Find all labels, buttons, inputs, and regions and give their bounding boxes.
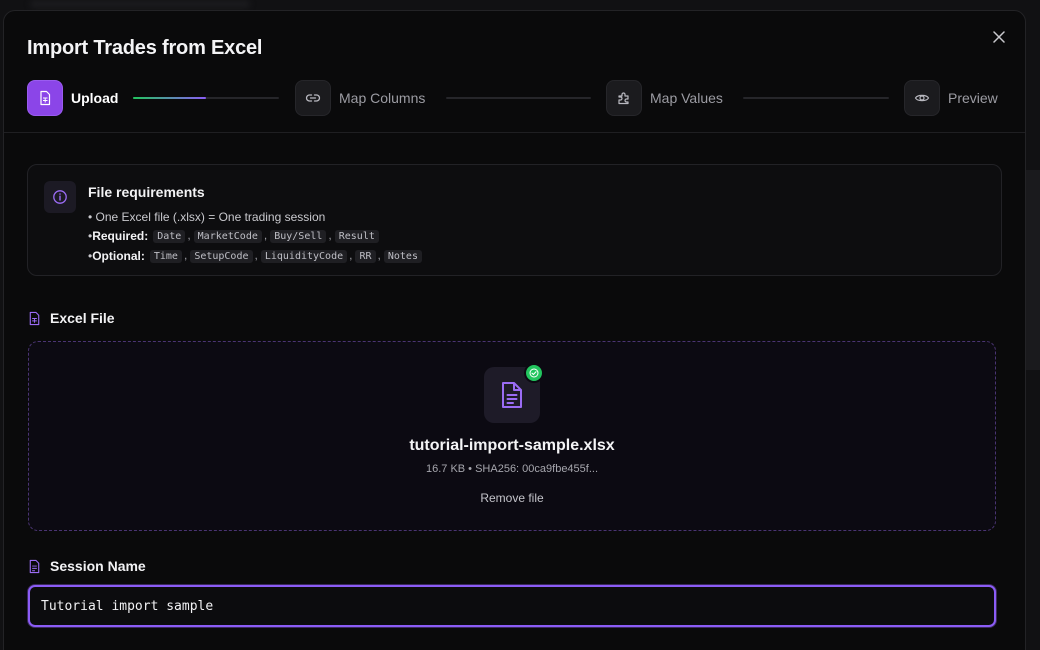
step-connector-1 — [133, 97, 279, 99]
progress-fill — [133, 97, 206, 99]
import-stepper: Upload Map Columns Map Values Preview — [27, 79, 1002, 117]
excel-file-label: Excel File — [27, 310, 115, 326]
file-dropzone[interactable]: tutorial-import-sample.xlsx 16.7 KB • SH… — [28, 341, 996, 531]
close-button[interactable] — [989, 27, 1009, 47]
separator: , — [254, 248, 258, 262]
separator: , — [328, 228, 332, 242]
required-label: Required: — [92, 229, 149, 243]
step-upload[interactable]: Upload — [27, 79, 118, 117]
separator: , — [183, 248, 188, 262]
file-name: tutorial-import-sample.xlsx — [409, 437, 615, 454]
required-fields-line: • Required: Date, MarketCode, Buy/Sell, Res… — [88, 226, 424, 246]
remove-file-button[interactable]: Remove file — [29, 491, 995, 505]
field-code: Notes — [383, 250, 422, 263]
step-label-upload: Upload — [71, 90, 119, 106]
field-code: SetupCode — [190, 250, 253, 263]
modal-header: Import Trades from Excel Upload Map Colu… — [4, 11, 1025, 133]
requirements-title: File requirements — [88, 184, 205, 200]
session-name-label: Session Name — [27, 558, 146, 574]
modal-body: File requirements • One Excel file (.xls… — [27, 164, 1002, 627]
step-connector-2 — [446, 97, 591, 99]
separator: , — [377, 248, 381, 262]
separator: , — [349, 248, 353, 262]
step-label-map-columns: Map Columns — [339, 90, 426, 106]
field-code: MarketCode — [193, 230, 262, 243]
modal-title: Import Trades from Excel — [27, 37, 263, 59]
separator: , — [263, 228, 268, 242]
field-code: Time — [149, 250, 182, 263]
eye-icon — [904, 80, 940, 116]
spreadsheet-icon — [27, 80, 63, 116]
step-label-map-values: Map Values — [650, 90, 723, 106]
step-map-columns[interactable]: Map Columns — [295, 79, 425, 117]
optional-fields: Time, SetupCode, LiquidityCode, RR, Notes — [148, 246, 424, 266]
requirement-line: • One Excel file (.xlsx) = One trading s… — [88, 210, 326, 224]
field-code: Date — [153, 230, 186, 243]
step-connector-3 — [743, 97, 889, 99]
field-code: Result — [334, 230, 379, 243]
step-preview[interactable]: Preview — [904, 79, 998, 117]
document-icon — [29, 311, 40, 325]
import-trades-modal: Import Trades from Excel Upload Map Colu… — [3, 10, 1026, 650]
document-icon — [29, 559, 40, 573]
required-fields: Date, MarketCode, Buy/Sell, Result — [151, 226, 381, 246]
check-icon — [524, 363, 544, 383]
requirements-list: • One Excel file (.xlsx) = One trading s… — [88, 208, 424, 266]
file-requirements-card: File requirements • One Excel file (.xls… — [27, 164, 1002, 276]
optional-label: Optional: — [92, 249, 145, 263]
field-code: Buy/Sell — [270, 230, 327, 243]
close-icon — [993, 31, 1005, 43]
info-icon — [44, 181, 76, 213]
field-code: RR — [355, 250, 376, 263]
step-label-preview: Preview — [948, 90, 998, 106]
puzzle-icon — [606, 80, 642, 116]
session-name-input[interactable] — [28, 585, 996, 627]
step-map-values[interactable]: Map Values — [606, 79, 723, 117]
backdrop-element — [30, 0, 250, 8]
separator: , — [187, 228, 191, 242]
field-code: LiquidityCode — [260, 250, 348, 263]
file-meta: 16.7 KB • SHA256: 00ca9fbe455f... — [425, 463, 599, 475]
link-icon — [295, 80, 331, 116]
optional-fields-line: • Optional: Time, SetupCode, LiquidityCode… — [88, 246, 424, 266]
